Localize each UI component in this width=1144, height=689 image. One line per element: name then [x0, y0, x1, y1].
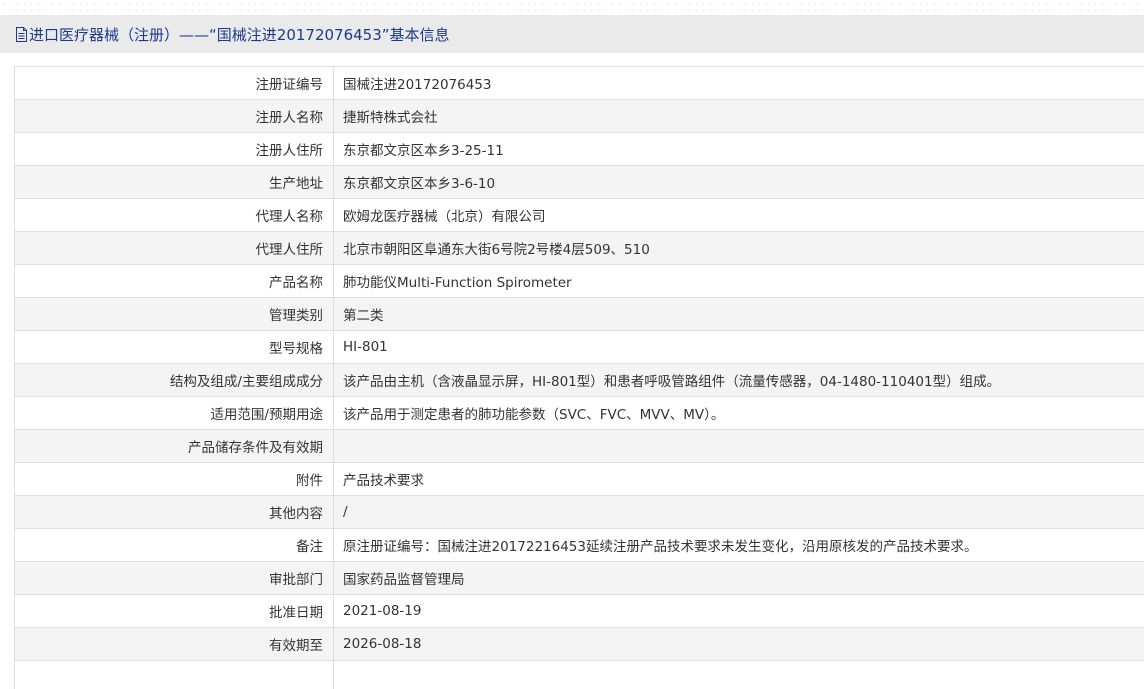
field-label: 产品储存条件及有效期 [14, 429, 334, 463]
field-value: 东京都文京区本乡3-25-11 [333, 132, 1144, 166]
document-icon [15, 26, 28, 42]
field-label [14, 660, 334, 689]
field-value: 欧姆龙医疗器械（北京）有限公司 [333, 198, 1144, 232]
field-label: 生产地址 [14, 165, 334, 199]
field-value: 第二类 [333, 297, 1144, 331]
table-row: 代理人名称 欧姆龙医疗器械（北京）有限公司 [14, 198, 1144, 232]
table-row: 生产地址 东京都文京区本乡3-6-10 [14, 165, 1144, 199]
table-row: 结构及组成/主要组成成分 该产品由主机（含液晶显示屏，HI-801型）和患者呼吸管… [14, 363, 1144, 397]
field-label: 注册人名称 [14, 99, 334, 133]
table-row: 附件 产品技术要求 [14, 462, 1144, 496]
field-label: 代理人名称 [14, 198, 334, 232]
top-dotted-strip [0, 0, 1144, 15]
table-row: 注册人名称 捷斯特株式会社 [14, 99, 1144, 133]
field-label: 有效期至 [14, 627, 334, 661]
field-label: 代理人住所 [14, 231, 334, 265]
table-row: 有效期至 2026-08-18 [14, 627, 1144, 661]
field-label: 注册人住所 [14, 132, 334, 166]
table-row: 型号规格 HI-801 [14, 330, 1144, 364]
field-label: 型号规格 [14, 330, 334, 364]
field-label: 注册证编号 [14, 66, 334, 100]
field-value: 该产品用于测定患者的肺功能参数（SVC、FVC、MVV、MV）。 [333, 396, 1144, 430]
table-row [14, 660, 1144, 689]
field-value: 国家药品监督管理局 [333, 561, 1144, 595]
field-value: 捷斯特株式会社 [333, 99, 1144, 133]
field-label: 批准日期 [14, 594, 334, 628]
table-row: 代理人住所 北京市朝阳区阜通东大街6号院2号楼4层509、510 [14, 231, 1144, 265]
table-row: 产品名称 肺功能仪Multi-Function Spirometer [14, 264, 1144, 298]
field-value: 2021-08-19 [333, 594, 1144, 628]
field-value: / [333, 495, 1144, 529]
field-value [333, 429, 1144, 463]
field-label: 备注 [14, 528, 334, 562]
field-label: 结构及组成/主要组成成分 [14, 363, 334, 397]
field-value: 北京市朝阳区阜通东大街6号院2号楼4层509、510 [333, 231, 1144, 265]
table-row: 注册证编号 国械注进20172076453 [14, 66, 1144, 100]
field-value: 产品技术要求 [333, 462, 1144, 496]
table-row: 审批部门 国家药品监督管理局 [14, 561, 1144, 595]
title-bar: 进口医疗器械（注册）——“国械注进20172076453”基本信息 [0, 15, 1144, 53]
field-value: 原注册证编号：国械注进20172216453延续注册产品技术要求未发生变化，沿用… [333, 528, 1144, 562]
table-row: 备注 原注册证编号：国械注进20172216453延续注册产品技术要求未发生变化，… [14, 528, 1144, 562]
field-label: 审批部门 [14, 561, 334, 595]
field-value: 该产品由主机（含液晶显示屏，HI-801型）和患者呼吸管路组件（流量传感器，04… [333, 363, 1144, 397]
field-label: 其他内容 [14, 495, 334, 529]
field-label: 产品名称 [14, 264, 334, 298]
field-value: HI-801 [333, 330, 1144, 364]
field-value: 国械注进20172076453 [333, 66, 1144, 100]
field-value: 东京都文京区本乡3-6-10 [333, 165, 1144, 199]
field-value: 肺功能仪Multi-Function Spirometer [333, 264, 1144, 298]
page-title: 进口医疗器械（注册）——“国械注进20172076453”基本信息 [29, 25, 450, 44]
page: 进口医疗器械（注册）——“国械注进20172076453”基本信息 注册证编号国… [0, 0, 1144, 689]
field-value [333, 660, 1144, 689]
table-row: 产品储存条件及有效期 [14, 429, 1144, 463]
info-table: 注册证编号 国械注进20172076453 注册人名称 捷斯特株式会社 注册人住所 东京都… [14, 66, 1144, 689]
table-row: 批准日期 2021-08-19 [14, 594, 1144, 628]
table-row: 其他内容 / [14, 495, 1144, 529]
table-row: 注册人住所 东京都文京区本乡3-25-11 [14, 132, 1144, 166]
field-value: 2026-08-18 [333, 627, 1144, 661]
table-row: 适用范围/预期用途 该产品用于测定患者的肺功能参数（SVC、FVC、MVV、MV）… [14, 396, 1144, 430]
table-row: 管理类别 第二类 [14, 297, 1144, 331]
field-label: 附件 [14, 462, 334, 496]
field-label: 管理类别 [14, 297, 334, 331]
field-label: 适用范围/预期用途 [14, 396, 334, 430]
